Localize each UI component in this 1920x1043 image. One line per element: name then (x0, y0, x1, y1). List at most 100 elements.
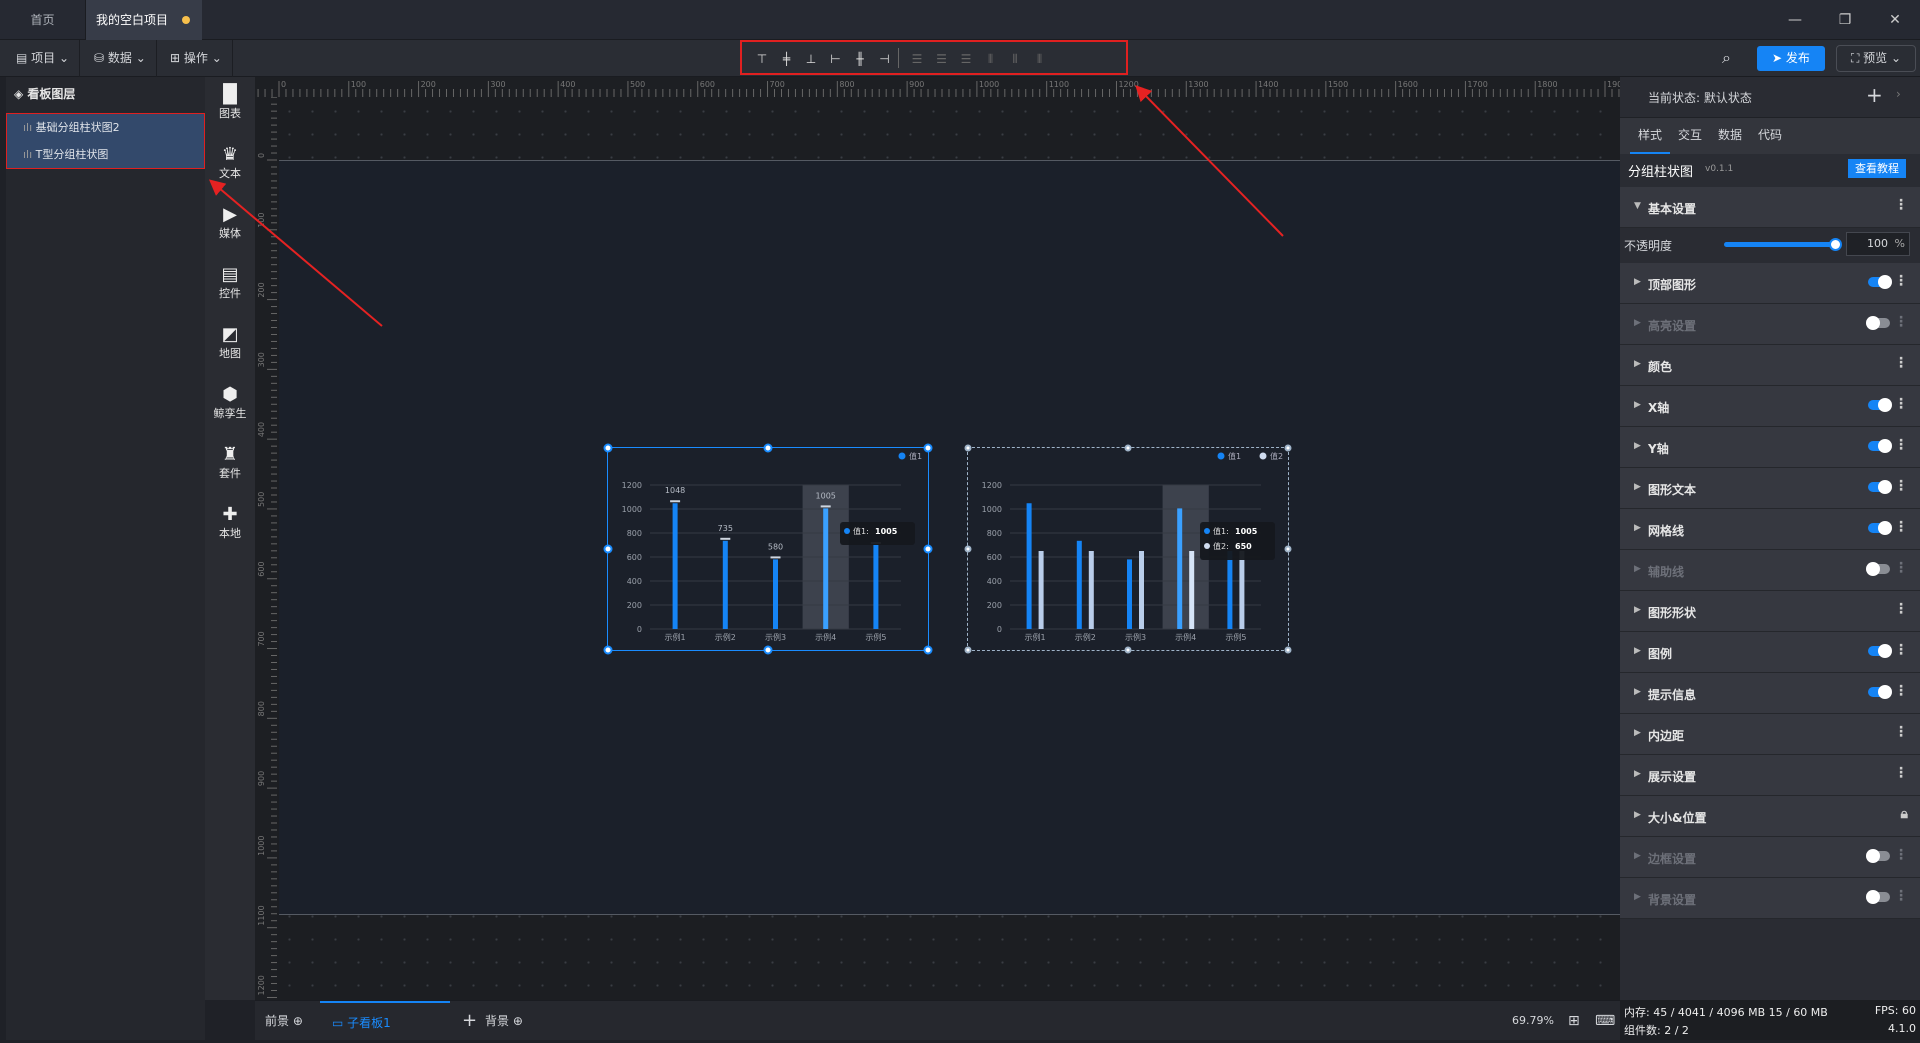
opacity-input[interactable]: 100% (1846, 232, 1910, 256)
resize-handle[interactable] (923, 645, 933, 655)
section-toggle[interactable] (1866, 562, 1890, 576)
menu-operation[interactable]: ⊞ 操作 ⌄ (160, 40, 233, 77)
keyboard-icon[interactable]: ⌨ (1595, 1001, 1615, 1041)
sidebar-item-7[interactable]: ✚ 本地 (205, 505, 255, 541)
tutorial-button[interactable]: 查看教程 (1848, 159, 1906, 178)
sidebar-item-2[interactable]: ▶ 媒体 (205, 205, 255, 241)
tab-home[interactable]: 首页 (0, 0, 86, 40)
resize-handle[interactable] (603, 544, 613, 554)
section-toggle[interactable] (1866, 316, 1890, 330)
section-item[interactable]: ▶ 图形形状 ⋮ (1620, 591, 1920, 632)
publish-button[interactable]: ➤ 发布 (1757, 46, 1825, 71)
minimize-button[interactable]: — (1770, 0, 1820, 40)
more-icon[interactable]: ⋮ (1894, 683, 1908, 699)
more-icon[interactable]: ⋮ (1894, 560, 1908, 576)
section-item[interactable]: ▶ 顶部图形 ⋮ (1620, 263, 1920, 304)
distribute-right-icon[interactable]: ⫴ (1030, 50, 1050, 68)
section-toggle[interactable] (1868, 439, 1892, 453)
search-icon[interactable]: ⌕ (1722, 48, 1731, 68)
more-icon[interactable]: ⋮ (1894, 396, 1908, 412)
distribute-hcenter-icon[interactable]: ⫴ (1005, 50, 1025, 68)
more-icon[interactable]: ⋮ (1894, 273, 1908, 289)
close-button[interactable]: ✕ (1870, 0, 1920, 40)
sidebar-item-6[interactable]: ♜ 套件 (205, 445, 255, 481)
add-state-icon[interactable]: + (1866, 83, 1883, 107)
align-hcenter-icon[interactable]: ╫ (850, 50, 870, 68)
chevron-right-icon[interactable]: › (1896, 87, 1901, 101)
section-item[interactable]: ▶ 辅助线 ⋮ (1620, 550, 1920, 591)
section-basic[interactable]: ▼ 基本设置 ⋮ (1620, 187, 1920, 228)
distribute-left-icon[interactable]: ⫴ (981, 50, 1001, 68)
menu-data[interactable]: ⛁ 数据 ⌄ (84, 40, 157, 77)
tab-interaction[interactable]: 交互 (1670, 118, 1710, 152)
resize-handle[interactable] (763, 645, 773, 655)
resize-handle[interactable] (1284, 545, 1292, 553)
align-vcenter-icon[interactable]: ╪ (777, 50, 797, 68)
tab-data[interactable]: 数据 (1710, 118, 1750, 152)
section-item[interactable]: ▶ 颜色 ⋮ (1620, 345, 1920, 386)
section-item[interactable]: ▶ 大小&位置 🔒︎ (1620, 796, 1920, 837)
resize-handle[interactable] (923, 544, 933, 554)
menu-project[interactable]: ▤ 项目 ⌄ (6, 40, 81, 77)
sidebar-item-4[interactable]: ◩ 地图 (205, 325, 255, 361)
maximize-button[interactable]: ❐ (1820, 0, 1870, 40)
distribute-vcenter-icon[interactable]: ☰ (932, 50, 952, 68)
more-icon[interactable]: ⋮ (1894, 847, 1908, 863)
section-item[interactable]: ▶ 图例 ⋮ (1620, 632, 1920, 673)
more-icon[interactable]: ⋮ (1894, 765, 1908, 781)
add-subboard-button[interactable]: + (462, 1001, 477, 1041)
more-icon[interactable]: ⋮ (1894, 197, 1908, 213)
align-bottom-icon[interactable]: ⊥ (801, 50, 821, 68)
section-item[interactable]: ▶ 内边距 ⋮ (1620, 714, 1920, 755)
more-icon[interactable]: ⋮ (1894, 519, 1908, 535)
section-toggle[interactable] (1868, 685, 1892, 699)
more-icon[interactable]: ⋮ (1894, 888, 1908, 904)
more-icon[interactable]: ⋮ (1894, 601, 1908, 617)
section-item[interactable]: ▶ 背景设置 ⋮ (1620, 878, 1920, 919)
align-left-icon[interactable]: ⊢ (826, 50, 846, 68)
fit-screen-icon[interactable]: ⊞ (1568, 1001, 1580, 1041)
section-toggle[interactable] (1868, 275, 1892, 289)
zoom-level[interactable]: 69.79% (1512, 1001, 1554, 1041)
resize-handle[interactable] (603, 443, 613, 453)
resize-handle[interactable] (923, 443, 933, 453)
resize-handle[interactable] (964, 545, 972, 553)
sidebar-item-3[interactable]: ▤ 控件 (205, 265, 255, 301)
opacity-slider[interactable] (1724, 238, 1842, 251)
resize-handle[interactable] (763, 443, 773, 453)
preview-button[interactable]: ⛶ 预览 ⌄ (1836, 45, 1916, 72)
section-item[interactable]: ▶ 边框设置 ⋮ (1620, 837, 1920, 878)
sidebar-item-5[interactable]: ⬢ 鲸孪生 (205, 385, 255, 421)
align-right-icon[interactable]: ⊣ (875, 50, 895, 68)
distribute-top-icon[interactable]: ☰ (907, 50, 927, 68)
grouped-bar-chart[interactable]: 0 200 400 600 800 1000 1200 示例1 示例2 示例3 示例4 示例5 值1 值2… (964, 444, 1292, 654)
layer-item[interactable]: ılı T型分组柱状图 (7, 141, 206, 169)
more-icon[interactable]: ⋮ (1894, 355, 1908, 371)
section-toggle[interactable] (1866, 849, 1890, 863)
section-toggle[interactable] (1866, 890, 1890, 904)
resize-handle[interactable] (1124, 646, 1132, 654)
lock-icon[interactable]: 🔒︎ (1901, 806, 1908, 822)
resize-handle[interactable] (603, 645, 613, 655)
subboard-tab[interactable]: ▭ 子看板1 (320, 1001, 450, 1041)
section-item[interactable]: ▶ X轴 ⋮ (1620, 386, 1920, 427)
more-icon[interactable]: ⋮ (1894, 314, 1908, 330)
more-icon[interactable]: ⋮ (1894, 724, 1908, 740)
t-bar-chart[interactable]: 0 200 400 600 800 1000 1200 示例1 示例2 示例3 示例4 示例5 1048… (603, 443, 933, 655)
add-circle-icon[interactable]: ⊕ (513, 1014, 523, 1028)
resize-handle[interactable] (964, 444, 972, 452)
distribute-bottom-icon[interactable]: ☰ (956, 50, 976, 68)
section-item[interactable]: ▶ 网格线 ⋮ (1620, 509, 1920, 550)
resize-handle[interactable] (1124, 444, 1132, 452)
section-toggle[interactable] (1868, 398, 1892, 412)
slider-thumb[interactable] (1829, 238, 1842, 251)
tab-code[interactable]: 代码 (1750, 118, 1790, 152)
resize-handle[interactable] (1284, 646, 1292, 654)
resize-handle[interactable] (964, 646, 972, 654)
add-circle-icon[interactable]: ⊕ (293, 1014, 303, 1028)
tab-style[interactable]: 样式 (1630, 118, 1670, 154)
section-toggle[interactable] (1868, 644, 1892, 658)
more-icon[interactable]: ⋮ (1894, 642, 1908, 658)
tab-project[interactable]: 我的空白项目 (86, 0, 202, 40)
section-item[interactable]: ▶ 展示设置 ⋮ (1620, 755, 1920, 796)
